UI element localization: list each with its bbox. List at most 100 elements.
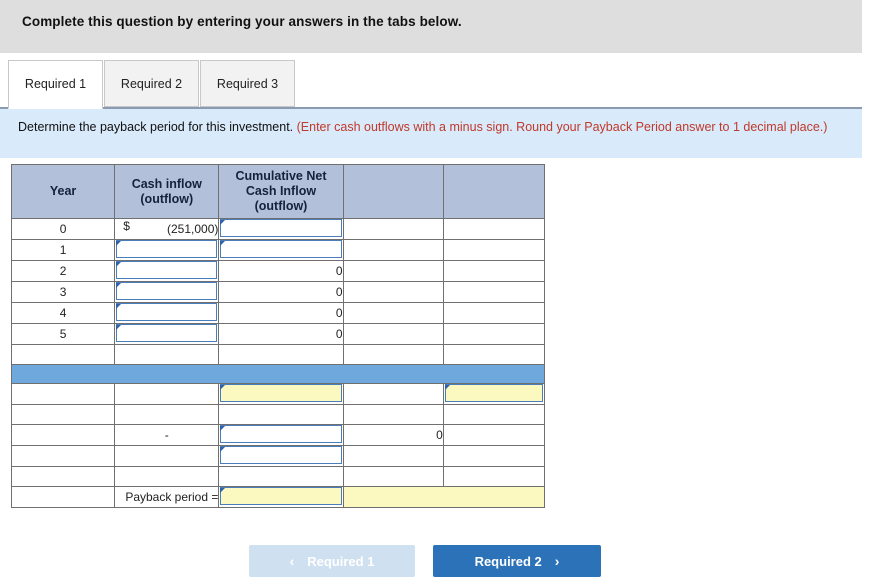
payback-worksheet: Year Cash inflow (outflow) Cumulative Ne… xyxy=(10,164,546,508)
cumulative-input-cell-0[interactable] xyxy=(218,218,344,240)
input-wrapper xyxy=(115,303,218,323)
input-wrapper xyxy=(219,219,342,239)
cash-amount-0: (251,000) xyxy=(167,222,219,236)
blank-cell xyxy=(342,239,444,261)
dash-label: - xyxy=(114,424,220,446)
blank-cell xyxy=(442,218,546,240)
header-cash-line1: Cash inflow xyxy=(131,176,202,191)
blank-cell xyxy=(442,424,546,446)
blank-cell xyxy=(10,486,116,508)
second-input-cell[interactable] xyxy=(218,445,344,467)
question-banner: Complete this question by entering your … xyxy=(0,0,862,53)
payback-period-row: Payback period = xyxy=(10,486,546,508)
table-row-blank xyxy=(10,466,546,487)
blue-separator-cell xyxy=(11,364,545,384)
instruction-panel: Determine the payback period for this in… xyxy=(0,109,862,158)
blank-cell xyxy=(114,383,220,405)
blank-cell xyxy=(442,260,546,282)
cash-input-cell-3[interactable] xyxy=(114,281,220,303)
payback-period-input-cell[interactable] xyxy=(218,486,344,508)
header-cum-line3: (outflow) xyxy=(254,199,308,213)
blank-cell xyxy=(218,466,344,487)
blank-cell xyxy=(342,383,444,405)
chevron-right-icon: › xyxy=(554,553,560,569)
input-wrapper xyxy=(219,240,342,260)
tab-required-2[interactable]: Required 2 xyxy=(104,60,199,107)
blank-cell xyxy=(442,281,546,303)
blank-cell xyxy=(442,466,546,487)
cash-input-cell-5[interactable] xyxy=(114,323,220,345)
table-row: 0 $ (251,000) xyxy=(10,218,546,240)
cash-input-cell-4[interactable] xyxy=(114,302,220,324)
input-wrapper xyxy=(115,324,218,344)
cash-input-4[interactable] xyxy=(116,303,218,321)
summary-input-a[interactable] xyxy=(220,384,342,402)
blank-cell xyxy=(342,344,444,365)
cumulative-value-3: 0 xyxy=(218,281,344,303)
blank-cell xyxy=(342,466,444,487)
banner-text: Complete this question by entering your … xyxy=(22,14,462,29)
blank-cell xyxy=(442,445,546,467)
input-wrapper xyxy=(219,446,342,466)
second-row-input[interactable] xyxy=(220,446,342,464)
cumulative-input-cell-1[interactable] xyxy=(218,239,344,261)
cumulative-input-0[interactable] xyxy=(220,219,342,237)
instruction-main: Determine the payback period for this in… xyxy=(18,120,294,134)
table-row xyxy=(10,445,546,467)
tab-required-3[interactable]: Required 3 xyxy=(200,60,295,107)
next-required-button[interactable]: Required 2 › xyxy=(433,545,601,577)
tab-bar: Required 1 Required 2 Required 3 xyxy=(0,60,862,110)
yellow-input-cell-a[interactable] xyxy=(218,383,344,405)
header-cum-line2: Cash Inflow xyxy=(245,184,317,198)
blank-cell xyxy=(218,404,344,425)
cash-input-1[interactable] xyxy=(116,240,218,258)
blank-cell xyxy=(442,239,546,261)
input-wrapper xyxy=(444,384,544,404)
blank-cell xyxy=(114,404,220,425)
dash-row-value: 0 xyxy=(342,424,444,446)
cash-input-cell-1[interactable] xyxy=(114,239,220,261)
input-wrapper xyxy=(115,261,218,281)
cash-input-2[interactable] xyxy=(116,261,218,279)
next-required-label: Required 2 xyxy=(474,553,542,569)
year-label-3: 3 xyxy=(10,281,116,303)
blank-cell xyxy=(342,260,444,282)
input-wrapper xyxy=(115,282,218,302)
blank-cell xyxy=(114,445,220,467)
table-row xyxy=(10,383,546,405)
payback-period-input[interactable] xyxy=(220,487,342,505)
year-label-2: 2 xyxy=(10,260,116,282)
dash-row-input-cell[interactable] xyxy=(218,424,344,446)
yellow-input-cell-b[interactable] xyxy=(442,383,546,405)
payback-period-label: Payback period = xyxy=(114,486,220,508)
dash-row-input[interactable] xyxy=(220,425,342,443)
blank-cell xyxy=(10,383,116,405)
blank-cell xyxy=(10,344,116,365)
table-header-row: Year Cash inflow (outflow) Cumulative Ne… xyxy=(10,164,546,219)
input-wrapper xyxy=(219,487,342,507)
table-row: - 0 xyxy=(10,424,546,446)
chevron-left-icon: ‹ xyxy=(289,553,295,569)
table-row-blank xyxy=(10,344,546,365)
summary-input-b[interactable] xyxy=(444,384,543,402)
cumulative-input-1[interactable] xyxy=(220,240,342,258)
header-cash-line2: (outflow) xyxy=(140,191,194,206)
blank-cell xyxy=(342,218,444,240)
cash-input-3[interactable] xyxy=(116,282,218,300)
header-cash-inflow: Cash inflow (outflow) xyxy=(114,164,220,219)
cash-input-5[interactable] xyxy=(116,324,218,342)
header-year-line1: Year xyxy=(49,184,77,198)
year-label-0: 0 xyxy=(10,218,116,240)
blank-cell xyxy=(10,445,116,467)
blank-cell xyxy=(342,302,444,324)
cash-input-cell-2[interactable] xyxy=(114,260,220,282)
table-row: 3 0 xyxy=(10,281,546,303)
previous-required-button[interactable]: ‹ Required 1 xyxy=(249,545,415,577)
payback-period-fill xyxy=(342,486,546,508)
cumulative-value-4: 0 xyxy=(218,302,344,324)
table-row: 2 0 xyxy=(10,260,546,282)
blank-cell xyxy=(442,302,546,324)
tab-required-1[interactable]: Required 1 xyxy=(8,60,103,109)
table-row: 1 xyxy=(10,239,546,261)
table-row: 5 0 xyxy=(10,323,546,345)
